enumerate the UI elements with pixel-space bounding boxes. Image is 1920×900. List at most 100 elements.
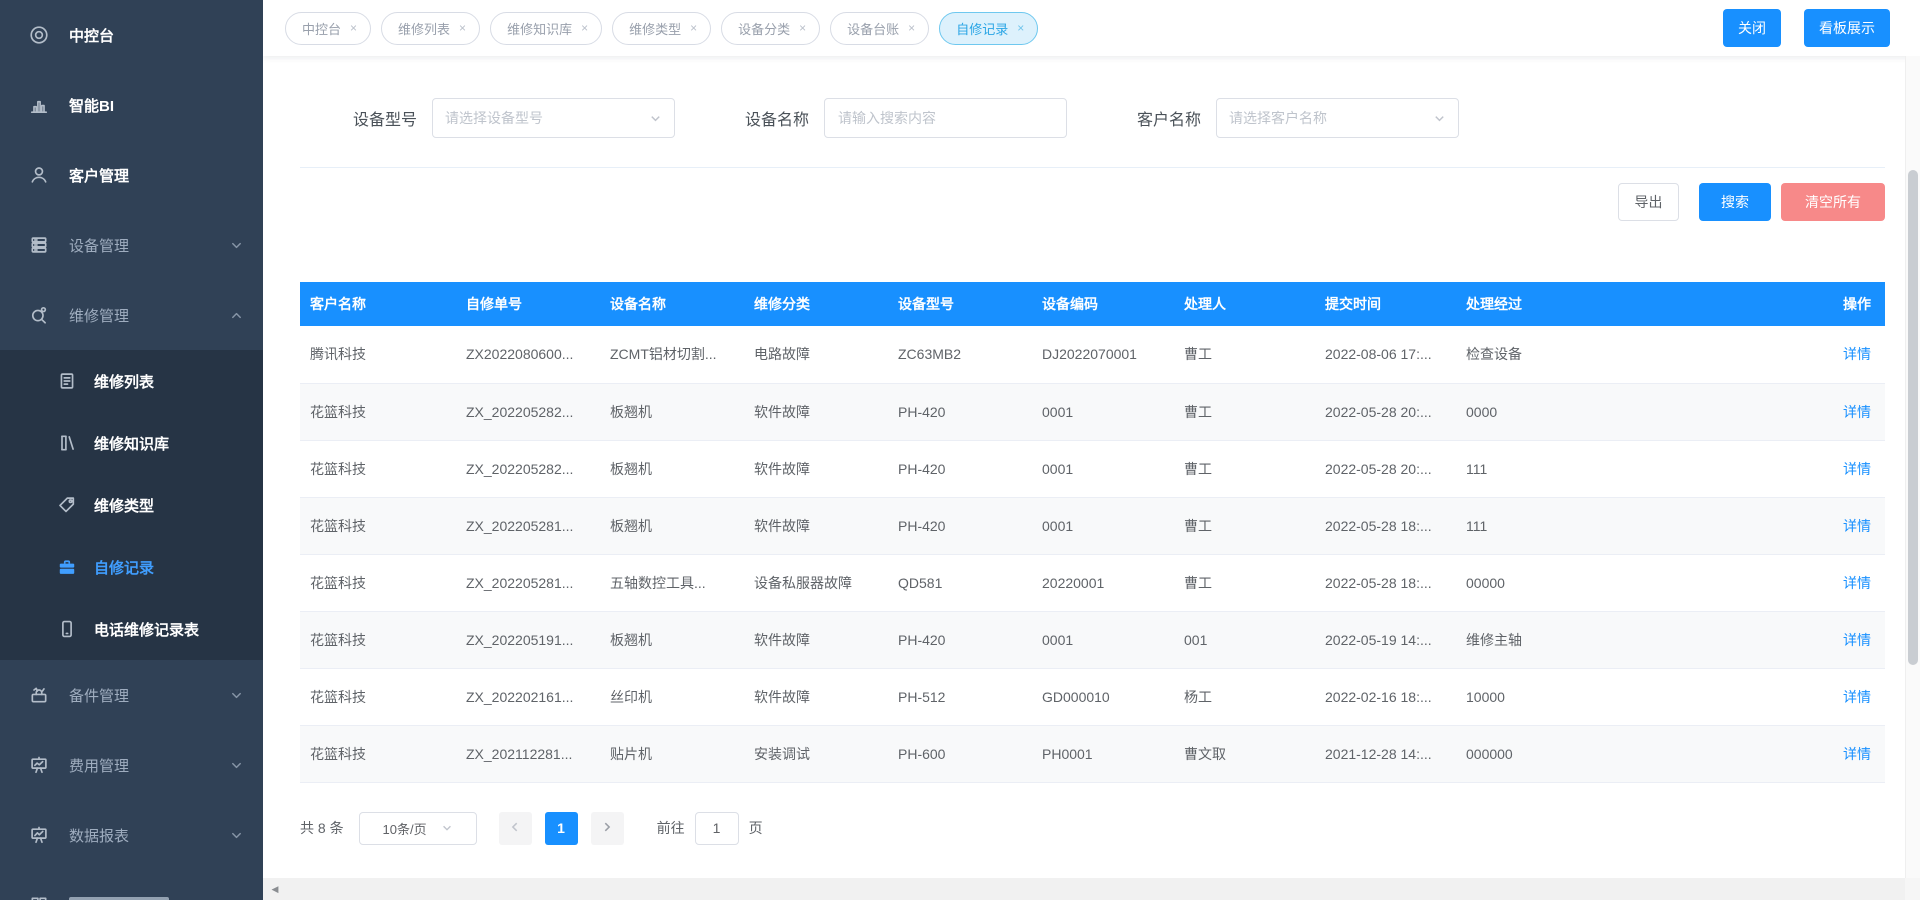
table-cell: 00000 bbox=[1456, 554, 1783, 611]
column-header-设备型号: 设备型号 bbox=[888, 282, 1032, 326]
tab-维修知识库[interactable]: 维修知识库× bbox=[490, 12, 602, 45]
sidebar-subitem-维修类型[interactable]: 维修类型 bbox=[0, 474, 263, 536]
page-size-select[interactable]: 10条/页 bbox=[359, 812, 477, 845]
column-header-设备编码: 设备编码 bbox=[1032, 282, 1174, 326]
detail-link[interactable]: 详情 bbox=[1843, 632, 1871, 648]
table-cell-actions: 详情 bbox=[1783, 440, 1885, 497]
table-cell-actions: 详情 bbox=[1783, 497, 1885, 554]
chevron-down-icon bbox=[230, 239, 243, 252]
device-name-label: 设备名称 bbox=[745, 106, 809, 130]
vertical-scrollbar-thumb[interactable] bbox=[1908, 170, 1918, 665]
detail-link[interactable]: 详情 bbox=[1843, 461, 1871, 477]
table-cell: 0001 bbox=[1032, 611, 1174, 668]
sidebar-item-label: 客户管理 bbox=[69, 165, 129, 186]
table-cell: PH-420 bbox=[888, 497, 1032, 554]
sidebar-subitem-维修知识库[interactable]: 维修知识库 bbox=[0, 412, 263, 474]
topbar-actions: 关闭 看板展示 bbox=[1723, 9, 1890, 47]
close-icon[interactable]: × bbox=[799, 22, 806, 34]
tab-label: 自修记录 bbox=[956, 19, 1008, 38]
table-row: 花篮科技ZX_202205281...板翘机软件故障PH-4200001曹工20… bbox=[300, 497, 1885, 554]
detail-link[interactable]: 详情 bbox=[1843, 746, 1871, 762]
sidebar-item-客户管理[interactable]: 客户管理 bbox=[0, 140, 263, 210]
table-cell: 001 bbox=[1174, 611, 1315, 668]
repair-icon bbox=[28, 304, 50, 326]
detail-link[interactable]: 详情 bbox=[1843, 689, 1871, 705]
table-cell: 2022-02-16 18:... bbox=[1315, 668, 1456, 725]
scroll-left-arrow-icon[interactable]: ◀ bbox=[263, 884, 287, 895]
close-button[interactable]: 关闭 bbox=[1723, 9, 1781, 47]
tab-维修类型[interactable]: 维修类型× bbox=[612, 12, 711, 45]
board-display-button[interactable]: 看板展示 bbox=[1804, 9, 1890, 47]
sidebar-item-智能BI[interactable]: 智能BI bbox=[0, 70, 263, 140]
table-cell: 板翘机 bbox=[600, 440, 744, 497]
detail-link[interactable]: 详情 bbox=[1843, 404, 1871, 420]
close-icon[interactable]: × bbox=[350, 22, 357, 34]
goto-page: 前往 页 bbox=[657, 812, 763, 845]
page-unit-label: 页 bbox=[749, 818, 763, 838]
sidebar-item-备件管理[interactable]: 备件管理 bbox=[0, 660, 263, 730]
table-cell: 曹工 bbox=[1174, 554, 1315, 611]
table-cell: 检查设备 bbox=[1456, 326, 1783, 383]
sidebar-subitem-label: 电话维修记录表 bbox=[94, 619, 199, 640]
sidebar-subitem-电话维修记录表[interactable]: 电话维修记录表 bbox=[0, 598, 263, 660]
table-cell: ZX_202202161... bbox=[456, 668, 600, 725]
tab-设备台账[interactable]: 设备台账× bbox=[830, 12, 929, 45]
chevron-down-icon bbox=[649, 112, 662, 125]
goto-page-input[interactable] bbox=[695, 812, 739, 845]
table-cell-actions: 详情 bbox=[1783, 554, 1885, 611]
prev-page-button[interactable] bbox=[499, 812, 532, 845]
next-page-button[interactable] bbox=[591, 812, 624, 845]
table-cell: GD000010 bbox=[1032, 668, 1174, 725]
tab-自修记录[interactable]: 自修记录 × bbox=[939, 12, 1038, 45]
bi-chart-icon bbox=[28, 94, 50, 116]
sidebar-subitem-自修记录[interactable]: 自修记录 bbox=[0, 536, 263, 598]
device-model-select[interactable]: 请选择设备型号 bbox=[432, 98, 675, 138]
device-name-input[interactable] bbox=[824, 98, 1067, 138]
table-cell: PH-420 bbox=[888, 611, 1032, 668]
close-icon[interactable]: × bbox=[690, 22, 697, 34]
sidebar-item-中控台[interactable]: 中控台 bbox=[0, 0, 263, 70]
close-icon[interactable]: × bbox=[908, 22, 915, 34]
table-cell: PH-512 bbox=[888, 668, 1032, 725]
page-number-button[interactable]: 1 bbox=[545, 812, 578, 845]
sidebar-item-stub[interactable] bbox=[0, 870, 263, 900]
toolbox-icon bbox=[57, 557, 77, 577]
table-cell: ZX_202205282... bbox=[456, 383, 600, 440]
detail-link[interactable]: 详情 bbox=[1843, 346, 1871, 362]
export-button[interactable]: 导出 bbox=[1618, 183, 1679, 221]
customer-name-select[interactable]: 请选择客户名称 bbox=[1216, 98, 1459, 138]
tab-中控台[interactable]: 中控台 × bbox=[285, 12, 371, 45]
close-icon[interactable]: × bbox=[581, 22, 588, 34]
table-cell: PH-420 bbox=[888, 440, 1032, 497]
table-cell: ZX_202205281... bbox=[456, 497, 600, 554]
clear-all-button[interactable]: 清空所有 bbox=[1781, 183, 1885, 221]
tab-设备分类[interactable]: 设备分类× bbox=[721, 12, 820, 45]
sidebar-item-数据报表[interactable]: 数据报表 bbox=[0, 800, 263, 870]
table-cell: 软件故障 bbox=[744, 383, 888, 440]
detail-link[interactable]: 详情 bbox=[1843, 575, 1871, 591]
close-icon[interactable]: × bbox=[459, 22, 466, 34]
sidebar-item-维修管理[interactable]: 维修管理 bbox=[0, 280, 263, 350]
tab-维修列表[interactable]: 维修列表× bbox=[381, 12, 480, 45]
table-cell: 0000 bbox=[1456, 383, 1783, 440]
detail-link[interactable]: 详情 bbox=[1843, 518, 1871, 534]
sidebar-item-设备管理[interactable]: 设备管理 bbox=[0, 210, 263, 280]
table-row: 花篮科技ZX_202205281...五轴数控工具...设备私服器故障QD581… bbox=[300, 554, 1885, 611]
chevron-down-icon bbox=[441, 822, 453, 834]
spare-parts-icon bbox=[28, 684, 50, 706]
sidebar-item-label: 数据报表 bbox=[69, 825, 129, 846]
sidebar-subitem-维修列表[interactable]: 维修列表 bbox=[0, 350, 263, 412]
table-cell: ZX_202112281... bbox=[456, 725, 600, 782]
vertical-scrollbar[interactable] bbox=[1905, 56, 1920, 878]
sidebar-item-label: 中控台 bbox=[69, 25, 114, 46]
sidebar-item-label: 智能BI bbox=[69, 95, 114, 116]
close-icon[interactable]: × bbox=[1017, 22, 1024, 34]
tab-label: 中控台 bbox=[302, 19, 341, 38]
sidebar-item-费用管理[interactable]: 费用管理 bbox=[0, 730, 263, 800]
table-cell: 贴片机 bbox=[600, 725, 744, 782]
horizontal-scrollbar[interactable]: ◀ bbox=[263, 878, 1905, 900]
total-count: 共 8 条 bbox=[300, 818, 344, 838]
search-button[interactable]: 搜索 bbox=[1699, 183, 1771, 221]
content: 设备型号 请选择设备型号 设备名称 客户名称 请选择客户名称 bbox=[263, 98, 1920, 845]
column-header-处理人: 处理人 bbox=[1174, 282, 1315, 326]
